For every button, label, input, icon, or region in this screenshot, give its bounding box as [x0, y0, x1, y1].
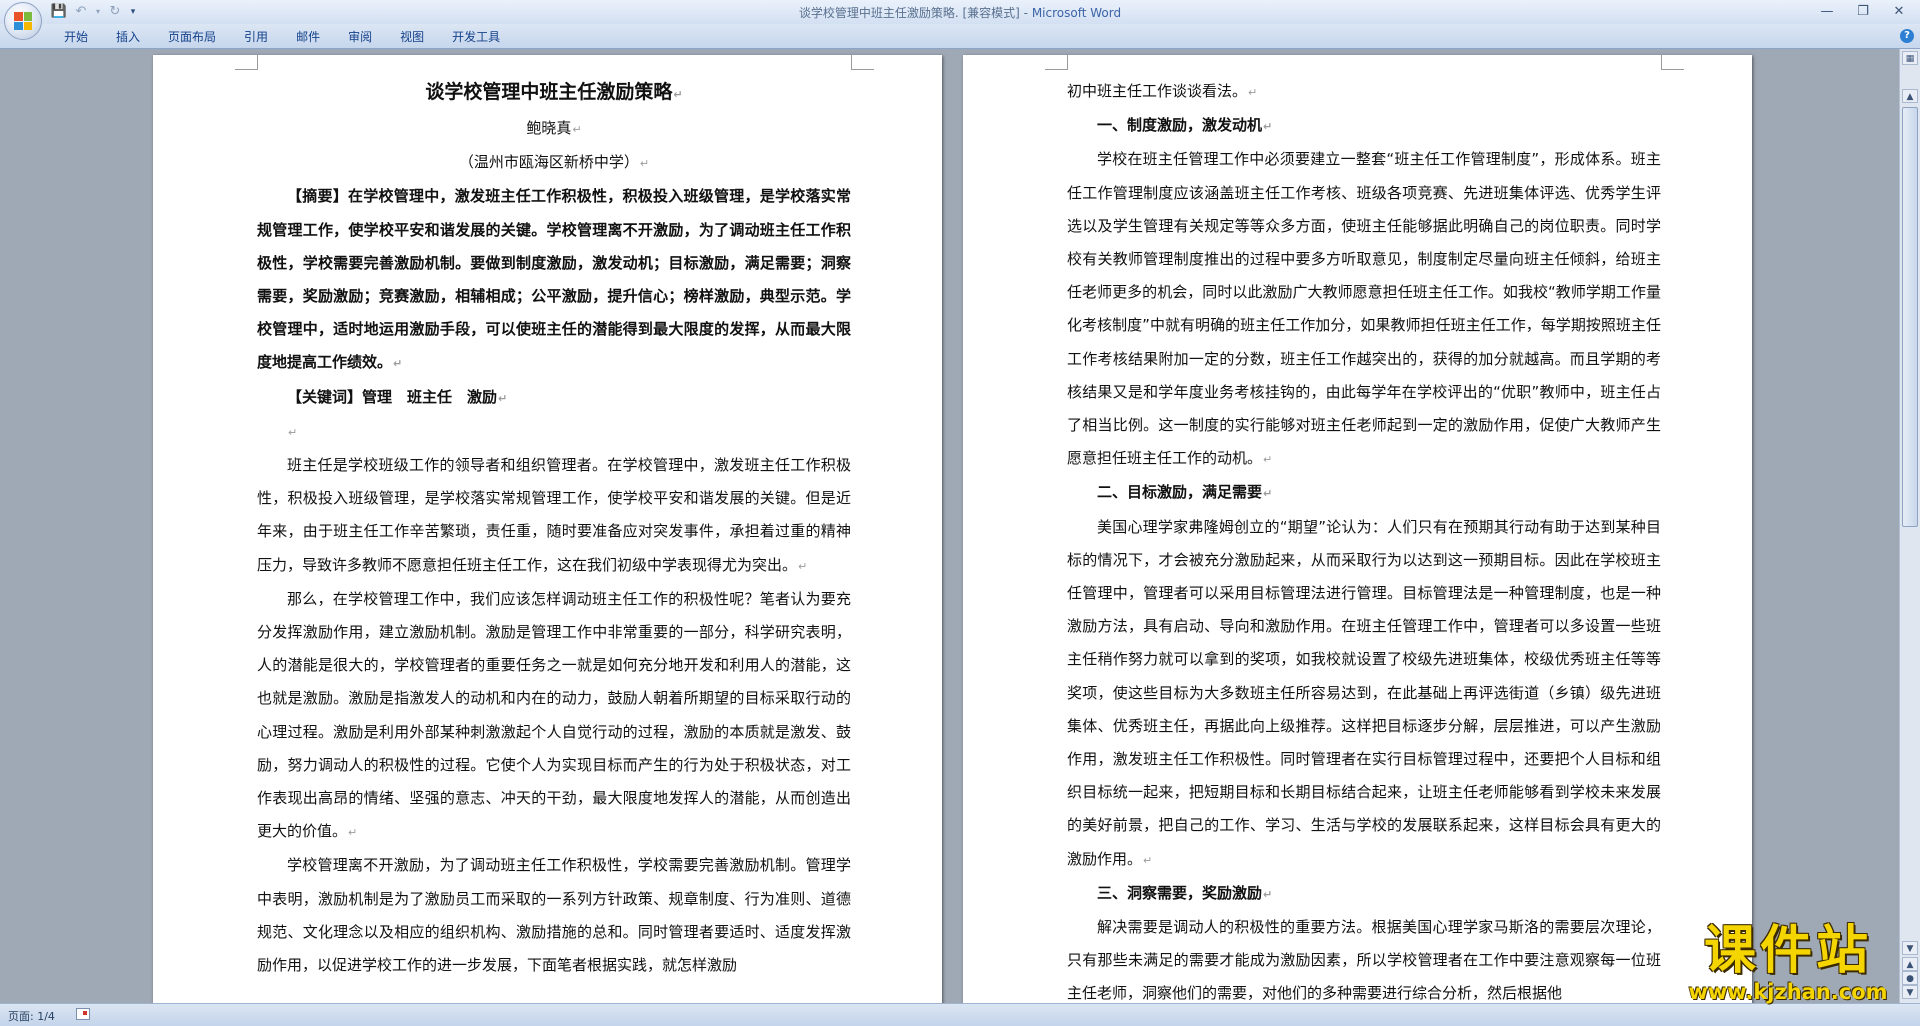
keywords-paragraph: 【关键词】管理 班主任 激励↵ [287, 387, 508, 406]
window-title-app: Microsoft Word [1031, 6, 1122, 20]
section-heading: 一、制度激励，激发动机↵ [1097, 116, 1273, 135]
document-page-2[interactable]: 初中班主任工作谈谈看法。↵ 一、制度激励，激发动机↵ 学校在班主任管理工作中必须… [963, 55, 1752, 1003]
author: 鲍晓真↵ [526, 119, 582, 137]
tab-review[interactable]: 审阅 [334, 27, 386, 47]
watermark-logo: 课件站 [1703, 921, 1872, 981]
office-logo-icon [14, 12, 32, 30]
tab-home[interactable]: 开始 [50, 27, 102, 47]
affiliation: （温州市瓯海区新桥中学）↵ [458, 153, 650, 172]
window-controls: — ❐ ✕ [1818, 0, 1916, 22]
body-paragraph: 学校在班主任管理工作中必须要建立一整套“班主任工作管理制度”，形成体系。班主任工… [1067, 150, 1661, 468]
tab-page-layout[interactable]: 页面布局 [154, 27, 230, 47]
scrollbar-thumb[interactable] [1902, 107, 1918, 527]
window-title-doc: 谈学校管理中班主任激励策略. [兼容模式] - [798, 6, 1032, 20]
section-heading: 三、洞察需要，奖励激励↵ [1097, 883, 1273, 902]
help-icon[interactable]: ? [1900, 29, 1914, 43]
minimize-icon[interactable]: — [1818, 4, 1836, 19]
tab-mailings[interactable]: 邮件 [282, 27, 334, 47]
scroll-up-icon[interactable]: ▲ [1902, 89, 1918, 103]
status-bar: 页面: 1/4 [0, 1003, 1920, 1026]
section-heading: 二、目标激励，满足需要↵ [1097, 483, 1273, 502]
document-area: 谈学校管理中班主任激励策略↵ 鲍晓真↵ （温州市瓯海区新桥中学）↵ 【摘要】在学… [0, 49, 1900, 1003]
restore-icon[interactable]: ❐ [1854, 4, 1872, 19]
body-paragraph: 初中班主任工作谈谈看法。↵ [1067, 82, 1258, 100]
body-paragraph: 解决需要是调动人的积极性的重要方法。根据美国心理学家马斯洛的需要层次理论，只有那… [1067, 918, 1661, 1003]
margin-corner-mark [851, 55, 874, 70]
abstract-paragraph: 【摘要】在学校管理中，激发班主任工作积极性，积极投入班级管理，是学校落实常规管理… [257, 187, 851, 372]
ruler-toggle-icon[interactable]: ▦ [1902, 51, 1918, 65]
title-bar: 💾 ↶ ▾ ↻ ▾ 谈学校管理中班主任激励策略. [兼容模式] - Micros… [0, 0, 1920, 40]
document-title: 谈学校管理中班主任激励策略↵ [425, 81, 683, 103]
body-paragraph: 那么，在学校管理工作中，我们应该怎样调动班主任工作的积极性呢？笔者认为要充分发挥… [257, 589, 851, 841]
tab-view[interactable]: 视图 [386, 27, 438, 47]
page-count[interactable]: 页面: 1/4 [8, 1008, 55, 1024]
watermark: 课件站 www.kjzhan.com [1668, 922, 1908, 1008]
tab-developer[interactable]: 开发工具 [438, 27, 514, 47]
vertical-scrollbar[interactable]: ▦ ▲ ▼ ▲ ● ▼ [1899, 49, 1920, 1003]
margin-corner-mark [1661, 55, 1684, 70]
window-title: 谈学校管理中班主任激励策略. [兼容模式] - Microsoft Word [0, 4, 1920, 21]
office-button[interactable] [4, 2, 42, 40]
body-paragraph: 美国心理学家弗隆姆创立的“期望”论认为：人们只有在预期其行动有助于达到某种目标的… [1067, 517, 1661, 868]
close-icon[interactable]: ✕ [1890, 4, 1908, 19]
ribbon-tab-bar: 开始 插入 页面布局 引用 邮件 审阅 视图 开发工具 ? [0, 24, 1920, 49]
watermark-url: www.kjzhan.com [1688, 980, 1888, 1004]
tab-references[interactable]: 引用 [230, 27, 282, 47]
margin-corner-mark [1045, 55, 1068, 70]
document-page-1[interactable]: 谈学校管理中班主任激励策略↵ 鲍晓真↵ （温州市瓯海区新桥中学）↵ 【摘要】在学… [153, 55, 942, 1003]
body-paragraph: 学校管理离不开激励，为了调动班主任工作积极性，学校需要完善激励机制。管理学中表明… [257, 856, 851, 975]
empty-paragraph: ↵ [288, 425, 298, 439]
tab-insert[interactable]: 插入 [102, 27, 154, 47]
margin-corner-mark [235, 55, 258, 70]
proofing-icon[interactable] [76, 1008, 90, 1020]
body-paragraph: 班主任是学校班级工作的领导者和组织管理者。在学校管理中，激发班主任工作积极性，积… [257, 456, 851, 574]
